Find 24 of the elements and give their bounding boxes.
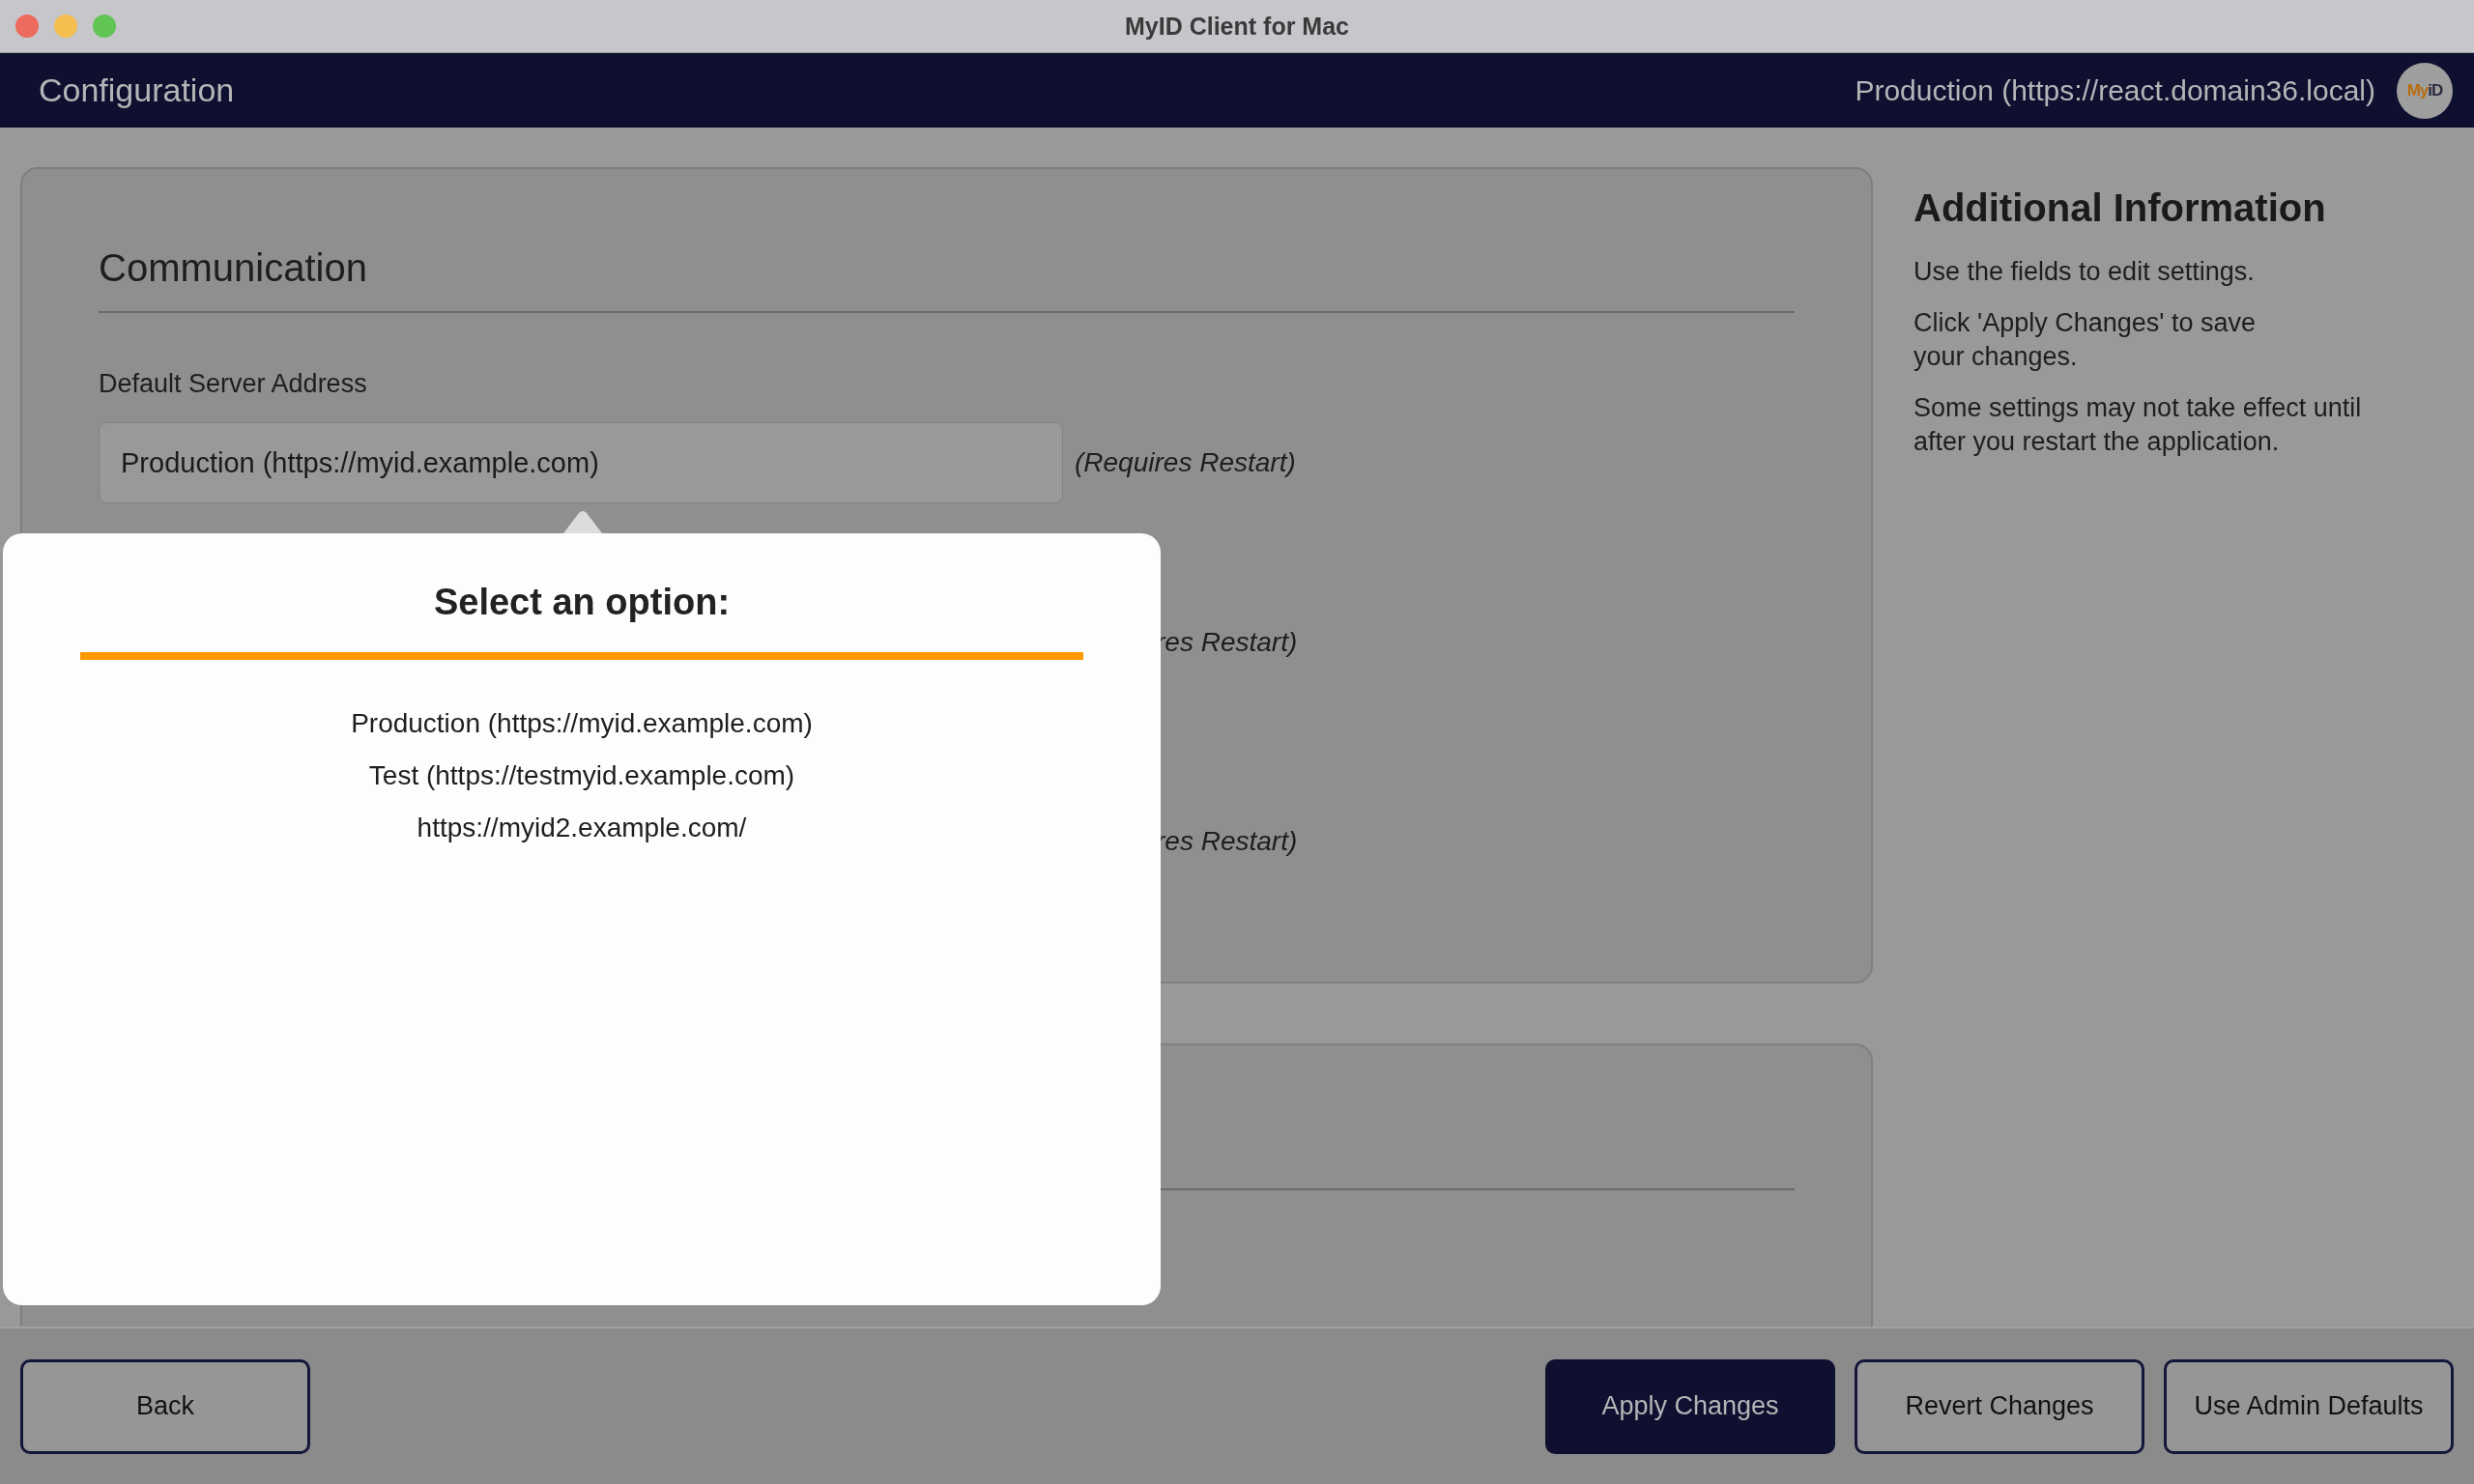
- info-title: Additional Information: [1913, 186, 2327, 230]
- minimize-icon[interactable]: [54, 14, 77, 38]
- close-icon[interactable]: [15, 14, 39, 38]
- action-button[interactable]: Apply Changes: [1545, 1358, 1835, 1454]
- field-label: Default Server Address: [99, 369, 368, 399]
- popover-title: Select an option:: [433, 582, 731, 623]
- option-item[interactable]: Test (https://testmyid.example.com): [368, 760, 795, 791]
- server-name: Production (https://react.domain36.local): [1855, 73, 2375, 107]
- info-text: Some settings may not take effect until after you restart the application.: [1913, 392, 2363, 458]
- info-text: Use the fields to edit settings.: [1913, 256, 2256, 288]
- zoom-icon[interactable]: [93, 14, 116, 38]
- server-dropdown[interactable]: Production (https://myid.example.com): [99, 422, 1063, 503]
- option-item[interactable]: Production (https://myid.example.com): [351, 708, 813, 739]
- section-title: Communication: [99, 246, 368, 290]
- action-button[interactable]: Use Admin Defaults: [2164, 1358, 2454, 1454]
- option-item[interactable]: https://myid2.example.com/: [417, 813, 747, 843]
- action-button[interactable]: Revert Changes: [1855, 1358, 2144, 1454]
- info-text: Click 'Apply Changes' to save your changes.: [1913, 307, 2257, 373]
- restart-note: (Requires Restart): [1075, 447, 1296, 478]
- back-button[interactable]: Back: [20, 1358, 310, 1454]
- popover-arrow-icon: [563, 510, 602, 533]
- logo-badge: MyiD: [2397, 62, 2453, 119]
- page-title: Configuration: [39, 71, 235, 109]
- window-title: MyID Client for Mac: [1125, 12, 1349, 41]
